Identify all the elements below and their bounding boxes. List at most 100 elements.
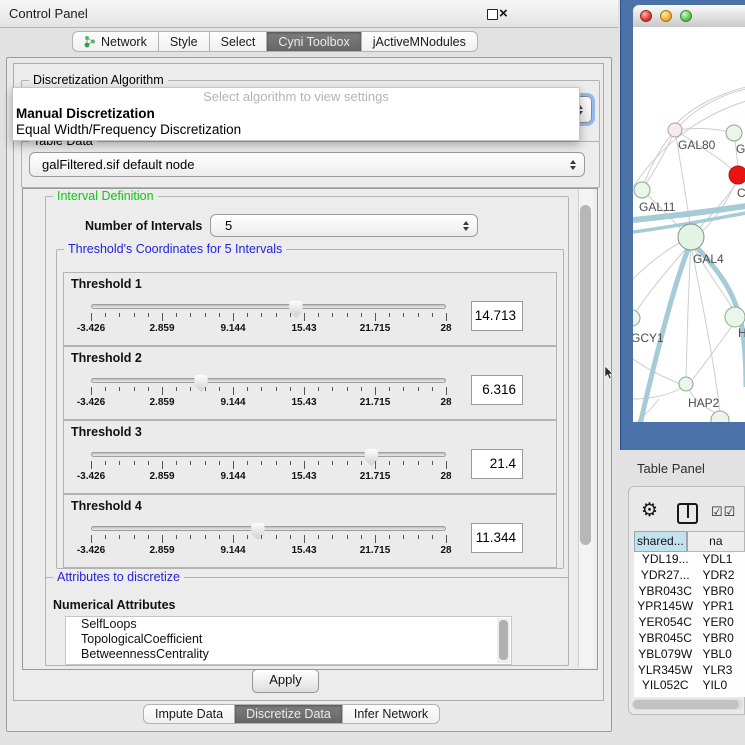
- slider-track[interactable]: [91, 452, 446, 457]
- number-of-intervals-combobox[interactable]: 5: [210, 214, 478, 237]
- network-node[interactable]: [668, 123, 682, 137]
- tab-discretize-data[interactable]: Discretize Data: [235, 704, 343, 724]
- table-cell[interactable]: YER0: [696, 615, 745, 631]
- threshold-value-field[interactable]: 14.713: [471, 301, 523, 331]
- table-cell[interactable]: YLR3: [696, 663, 745, 679]
- combo-value: galFiltered.sif default node: [42, 157, 194, 172]
- threshold-slider[interactable]: -3.4262.8599.14415.4321.71528: [91, 347, 446, 419]
- network-canvas[interactable]: GAL80GACGAL11GAL4GCY1HHAP2: [633, 27, 745, 422]
- tab-jactivemnodules[interactable]: jActiveMNodules: [362, 31, 478, 52]
- table-row[interactable]: YPR145WYPR1: [634, 599, 745, 615]
- tick-mark: [389, 461, 390, 465]
- tab-infer-network[interactable]: Infer Network: [343, 704, 440, 724]
- threshold-slider[interactable]: -3.4262.8599.14415.4321.71528: [91, 421, 446, 493]
- table-cell[interactable]: YBR0: [696, 584, 745, 600]
- network-node[interactable]: [633, 310, 640, 326]
- traffic-light-close-icon[interactable]: [640, 10, 652, 22]
- list-item[interactable]: TopologicalCoefficient: [66, 632, 511, 647]
- tab-network[interactable]: Network: [72, 31, 159, 52]
- tab-impute-data[interactable]: Impute Data: [143, 704, 235, 724]
- table-cell[interactable]: YLR345W: [634, 663, 696, 679]
- select-columns-icon[interactable]: ☑☑: [711, 504, 736, 520]
- table-row[interactable]: YDL19...YDL1: [634, 552, 745, 568]
- list-scrollbar-thumb[interactable]: [499, 620, 508, 660]
- group-title: Attributes to discretize: [53, 570, 184, 584]
- column-header-shared-name[interactable]: shared...: [634, 531, 687, 552]
- table-cell[interactable]: YER054C: [634, 615, 696, 631]
- tick-mark: [347, 535, 348, 539]
- table-cell[interactable]: YBR045C: [634, 631, 696, 647]
- table-data-combobox[interactable]: galFiltered.sif default node: [29, 152, 585, 177]
- horizontal-scrollbar[interactable]: [632, 699, 743, 710]
- tick-mark: [219, 313, 220, 317]
- slider-track[interactable]: [91, 304, 446, 309]
- tab-style[interactable]: Style: [159, 31, 210, 52]
- list-item[interactable]: BetweennessCentrality: [66, 647, 511, 662]
- network-edge[interactable]: [675, 129, 731, 133]
- horizontal-scrollbar-thumb[interactable]: [633, 700, 739, 709]
- network-node[interactable]: [679, 377, 693, 391]
- tick-mark: [347, 313, 348, 317]
- table-cell[interactable]: YBL079W: [634, 647, 696, 663]
- tab-label: Discretize Data: [246, 707, 331, 721]
- traffic-light-zoom-icon[interactable]: [680, 10, 692, 22]
- table-row[interactable]: YBR045CYBR0: [634, 631, 745, 647]
- table-row[interactable]: YBL079WYBL0: [634, 647, 745, 663]
- table-cell[interactable]: YBR0: [696, 631, 745, 647]
- table-cell[interactable]: YDL19...: [634, 552, 696, 568]
- network-node[interactable]: [726, 125, 742, 141]
- dropdown-option[interactable]: Manual Discretization: [13, 106, 579, 122]
- network-window-titlebar[interactable]: [633, 5, 745, 28]
- vertical-scrollbar-thumb[interactable]: [580, 205, 591, 545]
- table-row[interactable]: YBR043CYBR0: [634, 584, 745, 600]
- table-row[interactable]: YDR27...YDR2: [634, 568, 745, 584]
- network-edge[interactable]: [633, 241, 683, 279]
- traffic-light-minimize-icon[interactable]: [660, 10, 672, 22]
- slider-track[interactable]: [91, 378, 446, 383]
- network-edge[interactable]: [633, 388, 681, 399]
- table-row[interactable]: YLR345WYLR3: [634, 663, 745, 679]
- table-cell[interactable]: YIL052C: [634, 678, 696, 694]
- network-edge[interactable]: [686, 245, 691, 377]
- table-cell[interactable]: YIL0: [696, 678, 745, 694]
- threshold-value-field[interactable]: 21.4: [471, 449, 523, 479]
- tick-mark: [276, 535, 277, 539]
- list-scrollbar[interactable]: [497, 618, 510, 663]
- tick-mark: [261, 535, 262, 539]
- table-cell[interactable]: YDR2: [696, 568, 745, 584]
- table-cell[interactable]: YPR145W: [634, 599, 696, 615]
- tab-cyni-toolbox[interactable]: Cyni Toolbox: [267, 31, 361, 52]
- threshold-value-field[interactable]: 6.316: [471, 375, 523, 405]
- split-columns-icon[interactable]: [677, 503, 698, 524]
- list-item[interactable]: SelfLoops: [66, 617, 511, 632]
- network-node[interactable]: [678, 224, 704, 250]
- network-node-label: GA: [736, 142, 745, 156]
- table-cell[interactable]: YBR043C: [634, 584, 696, 600]
- table-row[interactable]: YIL052CYIL0: [634, 678, 745, 694]
- threshold-slider[interactable]: -3.4262.8599.14415.4321.71528: [91, 273, 446, 345]
- slider-track[interactable]: [91, 526, 446, 531]
- table-row[interactable]: YER054CYER0: [634, 615, 745, 631]
- close-icon[interactable]: ×: [499, 4, 508, 23]
- table-cell[interactable]: YDL1: [696, 552, 745, 568]
- dropdown-option[interactable]: Equal Width/Frequency Discretization: [13, 122, 579, 138]
- network-node[interactable]: [729, 166, 745, 184]
- table-cell[interactable]: YPR1: [696, 599, 745, 615]
- network-view-window[interactable]: GAL80GACGAL11GAL4GCY1HHAP2: [620, 0, 745, 450]
- table-cell[interactable]: YDR27...: [634, 568, 696, 584]
- network-node[interactable]: [634, 182, 650, 198]
- table-cell[interactable]: YBL0: [696, 647, 745, 663]
- network-node[interactable]: [725, 307, 745, 327]
- threshold-slider[interactable]: -3.4262.8599.14415.4321.71528: [91, 495, 446, 567]
- column-header-name[interactable]: na: [687, 531, 745, 552]
- numerical-attributes-list[interactable]: SelfLoops TopologicalCoefficient Between…: [65, 616, 512, 665]
- apply-button[interactable]: Apply: [252, 669, 319, 693]
- gear-icon[interactable]: ⚙: [641, 500, 658, 522]
- network-edge[interactable]: [701, 177, 738, 232]
- float-window-icon[interactable]: [487, 9, 498, 20]
- network-edge[interactable]: [642, 135, 673, 190]
- tab-select[interactable]: Select: [210, 31, 268, 52]
- threshold-value-field[interactable]: 11.344: [471, 523, 523, 553]
- network-node[interactable]: [711, 411, 729, 422]
- slider-ticks: [91, 535, 446, 544]
